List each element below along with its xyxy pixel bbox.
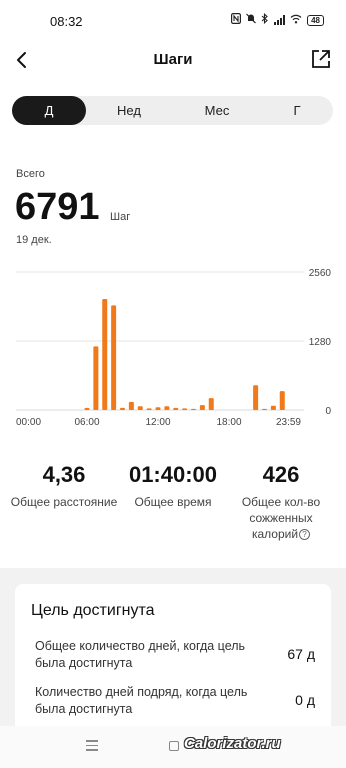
goal-streak-days-label: Количество дней подряд, когда цель была … — [35, 685, 248, 716]
stat-distance: 4,36 Общее расстояние — [8, 462, 120, 510]
chart-bar — [270, 405, 276, 410]
chart-bar — [84, 407, 90, 410]
mute-icon — [246, 13, 257, 27]
tab-day[interactable]: Д — [12, 96, 86, 125]
stat-calories: 426 Общее кол-во сожженных калорий? — [228, 462, 334, 542]
chart-bar — [279, 391, 285, 410]
signal-icon — [274, 15, 286, 25]
stat-distance-value: 4,36 — [42, 462, 86, 487]
status-time: 08:32 — [50, 14, 83, 29]
y-tick-label: 0 — [325, 406, 331, 417]
home-icon[interactable] — [169, 741, 179, 751]
chart-bar — [182, 408, 188, 410]
stat-calories-label-line3: калорий — [251, 527, 299, 541]
y-tick-label: 1280 — [309, 337, 332, 348]
x-tick-label: 12:00 — [145, 417, 170, 428]
chart-bar — [146, 408, 152, 410]
chart-bar — [199, 405, 205, 410]
stat-calories-label-line2: сожженных — [249, 511, 313, 525]
nfc-icon — [231, 13, 242, 27]
stat-calories-label: Общее кол-во сожженных калорий? — [228, 494, 334, 542]
chart-bar — [111, 305, 117, 410]
total-label: Всего — [16, 168, 45, 180]
y-tick-label: 2560 — [309, 268, 332, 279]
chart-bar — [120, 407, 125, 410]
status-icons: 48 — [231, 12, 324, 27]
chart-bar — [155, 407, 161, 410]
chart-bar — [164, 406, 170, 410]
chart-bar — [173, 407, 179, 410]
tab-month[interactable]: Мес — [180, 96, 254, 125]
share-external-icon — [312, 50, 330, 68]
chart-bar — [191, 408, 196, 410]
wifi-icon — [290, 14, 302, 27]
chart-bar — [128, 401, 134, 410]
menu-icon[interactable] — [86, 740, 98, 752]
stat-time: 01:40:00 Общее время — [118, 462, 228, 510]
chart-bar — [93, 346, 99, 410]
steps-bar-chart: 2560 1280 0 00:00 06:00 12:00 18:00 23:59 — [16, 268, 332, 428]
stat-time-label: Общее время — [134, 495, 212, 509]
goal-total-days-label: Общее количество дней, когда цель была д… — [35, 639, 246, 670]
period-tabs: Д Нед Мес Г — [12, 96, 333, 125]
summary-date: 19 дек. — [16, 234, 52, 246]
bluetooth-icon — [261, 12, 269, 27]
x-tick-label: 18:00 — [216, 417, 241, 428]
goal-total-days-value: 67 д — [287, 646, 315, 662]
page-title: Шаги — [153, 51, 193, 68]
x-tick-label: 06:00 — [74, 417, 99, 428]
chart-bar — [262, 408, 267, 410]
total-steps-value: 6791 — [15, 186, 100, 228]
watermark-logo: Calorizator.ru — [184, 735, 281, 752]
app-header: Шаги — [0, 40, 346, 80]
chart-bar — [137, 406, 143, 410]
stat-time-value: 01:40:00 — [128, 462, 218, 487]
system-nav-bar — [0, 726, 346, 768]
chart-bar — [102, 298, 108, 410]
goal-total-days-row: Общее количество дней, когда цель была д… — [35, 638, 315, 672]
x-tick-label: 00:00 — [16, 417, 41, 428]
goal-card-title: Цель достигнута — [31, 602, 155, 619]
battery-icon: 48 — [307, 14, 324, 26]
x-tick-label: 23:59 — [276, 417, 301, 428]
total-steps-unit: Шаг — [110, 211, 131, 223]
info-icon[interactable]: ? — [299, 529, 311, 541]
goal-streak-days-value: 0 д — [295, 692, 315, 708]
stat-distance-label: Общее расстояние — [10, 495, 118, 509]
stat-calories-value: 426 — [262, 462, 300, 487]
chart-bar — [208, 398, 214, 410]
goal-card: Цель достигнута Общее количество дней, к… — [15, 584, 331, 734]
chart-bar — [253, 385, 259, 410]
stat-calories-label-line1: Общее кол-во — [241, 495, 321, 509]
tab-week[interactable]: Нед — [92, 96, 166, 125]
goal-streak-days-row: Количество дней подряд, когда цель была … — [35, 684, 315, 718]
tab-year[interactable]: Г — [262, 96, 332, 125]
status-bar: 08:32 48 — [0, 0, 346, 44]
share-button[interactable] — [310, 48, 332, 70]
